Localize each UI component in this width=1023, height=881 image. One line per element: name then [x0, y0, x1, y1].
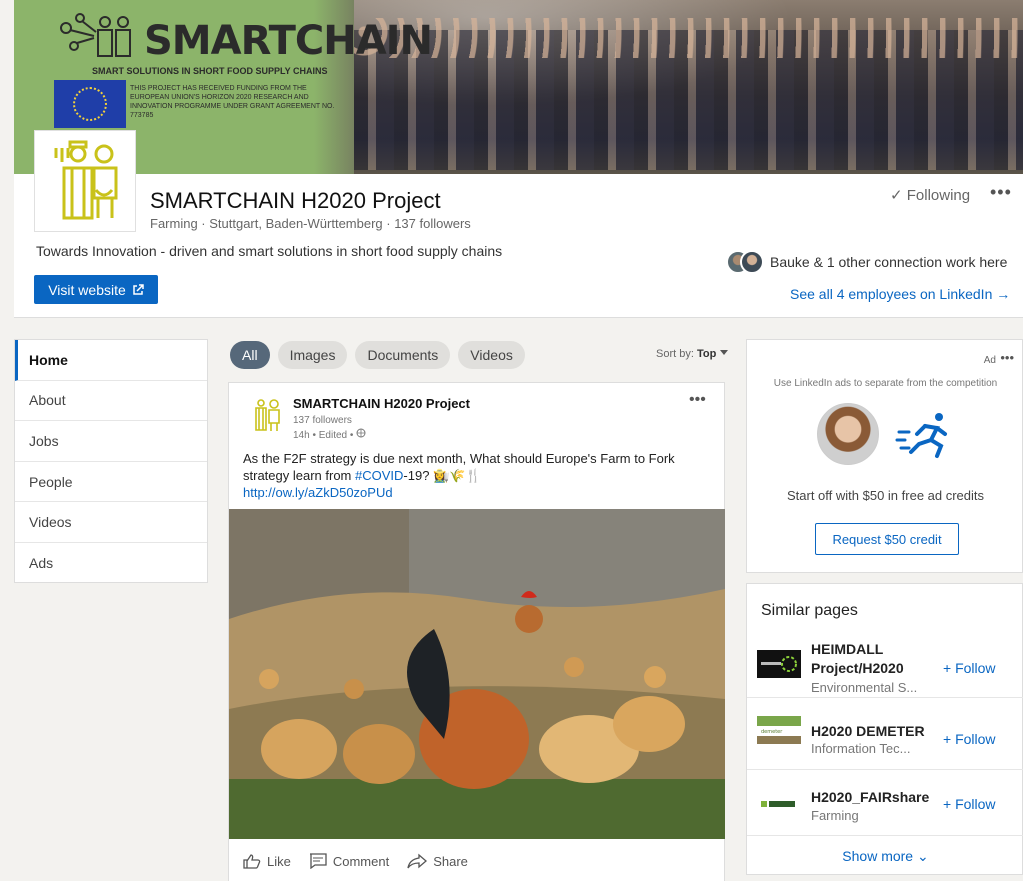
visit-website-button[interactable]: Visit website	[34, 275, 158, 304]
similar-pages-title: Similar pages	[761, 602, 858, 619]
similar-page-item[interactable]: H2020_FAIRshare Farming + Follow	[747, 774, 1023, 836]
nav-item-jobs[interactable]: Jobs	[15, 421, 207, 462]
connections-info[interactable]: Bauke & 1 other connection work here	[726, 250, 1007, 274]
filter-images[interactable]: Images	[277, 341, 348, 369]
fairshare-logo-icon	[757, 790, 801, 818]
share-button[interactable]: Share	[407, 853, 468, 869]
post-text-after: -19? 👩‍🌾🌾🍴	[403, 468, 482, 483]
similar-page-industry: Environmental S...	[811, 680, 918, 695]
post-hashtag[interactable]: #COVID	[355, 468, 403, 483]
heimdall-logo-icon	[757, 650, 801, 678]
svg-text:demeter: demeter	[761, 729, 783, 735]
post-time-text: 14h • Edited •	[293, 430, 354, 441]
follow-button[interactable]: + Follow	[943, 796, 996, 812]
company-name: SMARTCHAIN H2020 Project	[150, 188, 441, 213]
ad-credit-text: Start off with $50 in free ad credits	[786, 488, 985, 503]
sort-dropdown[interactable]: Sort by: Top	[656, 348, 729, 360]
like-button[interactable]: Like	[243, 853, 291, 869]
visit-website-label: Visit website	[48, 281, 126, 298]
filter-documents[interactable]: Documents	[355, 341, 451, 369]
more-options-icon[interactable]: •••	[990, 182, 1012, 203]
request-credit-button[interactable]: Request $50 credit	[815, 523, 959, 555]
banner-subtitle: SMART SOLUTIONS IN SHORT FOOD SUPPLY CHA…	[92, 66, 328, 76]
external-link-icon	[133, 283, 144, 295]
sort-prefix: Sort by:	[656, 348, 697, 360]
running-person-icon	[895, 413, 947, 458]
following-button[interactable]: ✓ Following	[890, 186, 970, 204]
comment-button[interactable]: Comment	[309, 853, 389, 869]
company-tagline: Towards Innovation - driven and smart so…	[36, 243, 503, 259]
filter-videos[interactable]: Videos	[458, 341, 525, 369]
cover-banner: SMARTCHAIN SMART SOLUTIONS IN SHORT FOOD…	[14, 0, 1023, 174]
company-meta: Farming · Stuttgart, Baden-Württemberg ·…	[150, 216, 471, 231]
nav-item-home[interactable]: Home	[15, 340, 207, 381]
comment-icon	[309, 853, 327, 869]
farmer-logo-icon	[54, 140, 118, 220]
connections-text: Bauke & 1 other connection work here	[770, 254, 1008, 270]
similar-page-name: H2020 DEMETER	[811, 723, 925, 739]
caret-down-icon	[720, 350, 729, 355]
page-sections-nav: Home About Jobs People Videos Ads	[14, 339, 208, 583]
similar-page-item[interactable]: demeter H2020 DEMETER Information Tec...…	[747, 708, 1023, 770]
ad-label: Ad	[983, 355, 996, 366]
nav-item-about[interactable]: About	[15, 381, 207, 422]
see-all-employees-link[interactable]: See all 4 employees on LinkedIn →	[790, 286, 1010, 302]
nav-item-videos[interactable]: Videos	[15, 502, 207, 543]
post-body: As the F2F strategy is due next month, W…	[243, 450, 723, 501]
follow-button[interactable]: + Follow	[943, 660, 996, 676]
similar-pages-card: Similar pages HEIMDALL Project/H2020 Env…	[746, 583, 1023, 875]
ad-user-avatar	[817, 403, 879, 465]
post-author-logo-icon[interactable]	[247, 397, 285, 435]
chickens-photo	[229, 509, 725, 839]
post-timestamp: 14h • Edited •	[293, 428, 366, 441]
thumbs-up-icon	[243, 854, 261, 869]
nav-item-people[interactable]: People	[15, 462, 207, 503]
demeter-logo-icon: demeter	[757, 716, 801, 744]
share-label: Share	[433, 853, 468, 869]
nav-item-ads[interactable]: Ads	[15, 543, 207, 584]
show-more-button[interactable]: Show more ⌄	[747, 848, 1023, 865]
ad-more-options-icon[interactable]: •••	[1000, 350, 1014, 365]
company-logo[interactable]	[34, 130, 136, 232]
similar-page-industry: Farming	[811, 808, 859, 823]
post-author-name[interactable]: SMARTCHAIN H2020 Project	[293, 396, 470, 411]
eu-flag-icon	[54, 80, 126, 128]
group-photo-heads	[354, 18, 1023, 58]
similar-page-industry: Information Tec...	[811, 741, 911, 756]
post-actions: Like Comment Share	[243, 853, 468, 869]
funding-statement: THIS PROJECT HAS RECEIVED FUNDING FROM T…	[130, 85, 335, 119]
comment-label: Comment	[332, 853, 390, 869]
connection-avatars	[726, 250, 764, 274]
follow-button[interactable]: + Follow	[943, 731, 996, 747]
sort-value: Top	[696, 348, 717, 360]
similar-page-item[interactable]: HEIMDALL Project/H2020 Environmental S..…	[747, 636, 1023, 698]
post-filter-pills: All Images Documents Videos	[230, 341, 525, 369]
post-link[interactable]: http://ow.ly/aZkD50zoPUd	[243, 485, 393, 500]
company-header-card: SMARTCHAIN SMART SOLUTIONS IN SHORT FOOD…	[14, 0, 1023, 318]
post-author-followers: 137 followers	[293, 415, 352, 426]
similar-page-name: HEIMDALL Project/H2020	[811, 641, 904, 676]
feed-post: SMARTCHAIN H2020 Project 137 followers 1…	[228, 382, 725, 881]
like-label: Like	[267, 853, 291, 869]
similar-page-name: H2020_FAIRshare	[811, 789, 930, 805]
smartchain-banner-logo-icon	[60, 13, 131, 57]
filter-all[interactable]: All	[230, 341, 270, 369]
banner-title: SMARTCHAIN	[144, 18, 433, 64]
post-image-chickens[interactable]	[229, 509, 725, 839]
share-icon	[407, 853, 428, 869]
ad-caption: Use LinkedIn ads to separate from the co…	[773, 378, 998, 389]
post-more-options-icon[interactable]: •••	[689, 391, 706, 409]
globe-icon	[356, 428, 366, 438]
ad-card: Ad ••• Use LinkedIn ads to separate from…	[746, 339, 1023, 573]
